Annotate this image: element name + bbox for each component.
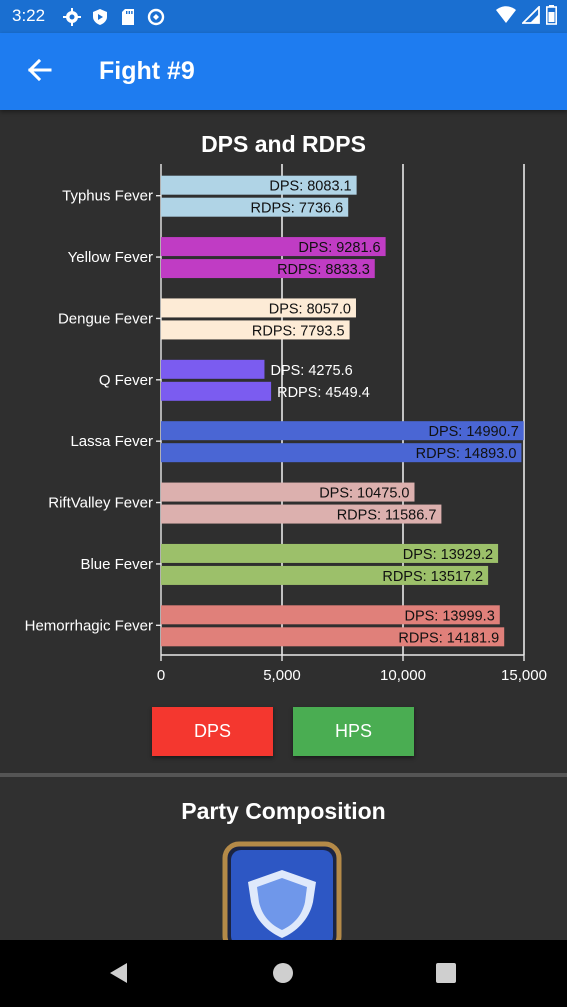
- x-tick-label: 0: [157, 667, 165, 684]
- rdps-value-label: RDPS: 11586.7: [337, 508, 437, 524]
- dps-value-label: DPS: 13999.3: [404, 608, 494, 624]
- y-category-label: Lassa Fever: [70, 433, 153, 450]
- party-composition-title: Party Composition: [181, 798, 386, 824]
- rdps-value-label: RDPS: 14181.9: [398, 630, 499, 646]
- rdps-value-label: RDPS: 7736.6: [251, 201, 344, 217]
- rdps-value-label: RDPS: 14893.0: [416, 446, 517, 462]
- y-category-label: Yellow Fever: [68, 249, 153, 266]
- dps-value-label: DPS: 14990.7: [428, 424, 518, 440]
- rdps-value-label: RDPS: 13517.2: [382, 569, 483, 585]
- dps-rdps-chart: 0 5,000 10,000 15,000 Typhus Fever DPS: 8083.…: [25, 164, 547, 684]
- recents-square-icon[interactable]: [431, 958, 461, 988]
- rdps-value-label: RDPS: 8833.3: [277, 262, 370, 278]
- rdps-bar[interactable]: [161, 381, 272, 401]
- shield-class-icon[interactable]: [221, 840, 343, 940]
- dps-value-label: DPS: 4275.6: [270, 363, 352, 379]
- y-category-label: Typhus Fever: [62, 188, 153, 205]
- dps-button[interactable]: DPS: [152, 707, 273, 756]
- y-category-label: RiftValley Fever: [48, 495, 153, 512]
- home-circle-icon[interactable]: [268, 958, 298, 988]
- dps-value-label: DPS: 9281.6: [298, 240, 380, 256]
- y-category-label: Blue Fever: [80, 556, 153, 573]
- y-category-label: Dengue Fever: [58, 310, 153, 327]
- dps-value-label: DPS: 8083.1: [269, 179, 351, 195]
- system-nav-bar: [0, 940, 567, 1007]
- x-tick-label: 10,000: [380, 667, 426, 684]
- dps-bar[interactable]: [161, 359, 265, 379]
- x-tick-label: 5,000: [263, 667, 301, 684]
- y-category-label: Q Fever: [99, 372, 153, 389]
- dps-value-label: DPS: 10475.0: [319, 486, 409, 502]
- y-category-label: Hemorrhagic Fever: [25, 617, 153, 634]
- x-tick-label: 15,000: [501, 667, 547, 684]
- rdps-value-label: RDPS: 7793.5: [252, 323, 345, 339]
- back-triangle-icon[interactable]: [103, 958, 133, 988]
- rdps-value-label: RDPS: 4549.4: [277, 385, 370, 401]
- hps-button[interactable]: HPS: [293, 707, 414, 756]
- dps-value-label: DPS: 8057.0: [269, 301, 351, 317]
- dps-value-label: DPS: 13929.2: [403, 547, 493, 563]
